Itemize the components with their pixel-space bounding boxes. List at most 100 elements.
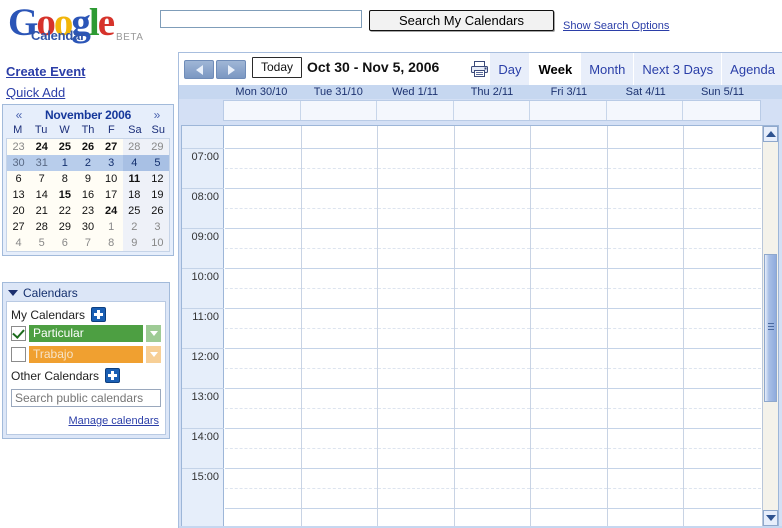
mini-cal-day[interactable]: 4	[122, 155, 146, 171]
mini-cal-day[interactable]: 2	[122, 219, 146, 235]
day-header-5[interactable]: Sat 4/11	[607, 85, 684, 99]
manage-calendars-link[interactable]: Manage calendars	[68, 415, 159, 427]
mini-cal-day[interactable]: 30	[7, 155, 31, 171]
calendar-name-label[interactable]: Particular	[29, 325, 143, 342]
mini-cal-day[interactable]: 15	[53, 187, 77, 203]
mini-cal-day[interactable]: 28	[30, 219, 54, 235]
all-day-cell-4[interactable]	[530, 101, 607, 120]
scrollbar-thumb[interactable]	[764, 254, 777, 402]
mini-cal-day[interactable]: 17	[99, 187, 123, 203]
mini-cal-day[interactable]: 29	[145, 139, 169, 155]
calendars-panel-header[interactable]: Calendars	[6, 285, 166, 301]
all-day-cell-6[interactable]	[683, 101, 760, 120]
view-tab-month[interactable]: Month	[580, 53, 634, 85]
mini-cal-day[interactable]: 30	[76, 219, 100, 235]
mini-cal-day[interactable]: 3	[145, 219, 169, 235]
mini-cal-day[interactable]: 21	[30, 203, 54, 219]
all-day-cell-2[interactable]	[377, 101, 454, 120]
mini-cal-day[interactable]: 25	[53, 139, 77, 155]
day-column-5[interactable]	[607, 126, 685, 526]
day-column-4[interactable]	[531, 126, 608, 526]
mini-cal-day[interactable]: 27	[99, 139, 123, 155]
add-my-calendar-icon[interactable]	[91, 307, 107, 322]
mini-cal-day[interactable]: 9	[76, 171, 100, 187]
mini-cal-day[interactable]: 29	[53, 219, 77, 235]
mini-cal-day[interactable]: 10	[145, 235, 169, 251]
day-column-3[interactable]	[454, 126, 532, 526]
calendar-options-dropdown[interactable]	[146, 325, 161, 342]
next-week-button[interactable]	[216, 60, 246, 79]
calendar-name-label[interactable]: Trabajo	[29, 346, 143, 363]
mini-cal-day[interactable]: 4	[7, 235, 31, 251]
mini-cal-day[interactable]: 22	[53, 203, 77, 219]
all-day-cell-0[interactable]	[224, 101, 301, 120]
search-public-calendars-input[interactable]	[11, 389, 161, 407]
mini-cal-day[interactable]: 16	[76, 187, 100, 203]
mini-calendar-days-grid[interactable]: 23 24 25 26 27 28 29 30 31 1 2 3 4 5 6 7 8 9 10 11 12 13 14 15 1…	[6, 138, 170, 252]
create-event-link[interactable]: Create Event	[6, 64, 85, 79]
all-day-cell-1[interactable]	[301, 101, 378, 120]
mini-cal-day[interactable]: 5	[145, 155, 169, 171]
day-header-4[interactable]: Fri 3/11	[530, 85, 607, 99]
day-header-3[interactable]: Thu 2/11	[454, 85, 531, 99]
mini-cal-day[interactable]: 6	[7, 171, 31, 187]
view-tab-agenda[interactable]: Agenda	[721, 53, 782, 85]
day-column-0[interactable]	[225, 126, 302, 526]
mini-cal-day[interactable]: 8	[53, 171, 77, 187]
day-column-2[interactable]	[378, 126, 455, 526]
mini-cal-day[interactable]: 24	[30, 139, 54, 155]
mini-cal-day[interactable]: 26	[145, 203, 169, 219]
calendar-options-dropdown[interactable]	[146, 346, 161, 363]
scroll-up-button[interactable]	[763, 126, 778, 142]
mini-cal-day[interactable]: 1	[99, 219, 123, 235]
search-my-calendars-button[interactable]: Search My Calendars	[369, 10, 554, 31]
day-columns[interactable]	[225, 126, 761, 526]
scroll-down-button[interactable]	[763, 510, 778, 526]
previous-week-button[interactable]	[184, 60, 214, 79]
collapse-triangle-icon[interactable]	[8, 290, 18, 296]
mini-cal-day[interactable]: 23	[7, 139, 31, 155]
day-header-2[interactable]: Wed 1/11	[377, 85, 454, 99]
mini-cal-day[interactable]: 26	[76, 139, 100, 155]
mini-cal-day[interactable]: 31	[30, 155, 54, 171]
mini-cal-day[interactable]: 18	[122, 187, 146, 203]
day-column-6[interactable]	[684, 126, 761, 526]
mini-cal-day[interactable]: 23	[76, 203, 100, 219]
view-tab-next-3-days[interactable]: Next 3 Days	[633, 53, 722, 85]
mini-cal-day[interactable]: 8	[99, 235, 123, 251]
mini-cal-day[interactable]: 19	[145, 187, 169, 203]
all-day-cell-3[interactable]	[454, 101, 531, 120]
calendar-visibility-checkbox[interactable]	[11, 326, 26, 341]
add-other-calendar-icon[interactable]	[105, 368, 121, 383]
mini-calendar-prev-icon[interactable]: «	[12, 108, 26, 122]
mini-cal-day[interactable]: 14	[30, 187, 54, 203]
day-header-1[interactable]: Tue 31/10	[300, 85, 377, 99]
show-search-options-link[interactable]: Show Search Options	[563, 20, 669, 32]
vertical-scrollbar[interactable]	[762, 126, 778, 526]
view-tab-day[interactable]: Day	[489, 53, 530, 85]
search-input[interactable]	[160, 10, 362, 28]
mini-cal-day[interactable]: 25	[122, 203, 146, 219]
mini-cal-day[interactable]: 5	[30, 235, 54, 251]
google-calendar-logo[interactable]: Google Calendar BETA	[8, 2, 158, 48]
view-tab-week[interactable]: Week	[529, 53, 581, 85]
mini-cal-day[interactable]: 9	[122, 235, 146, 251]
mini-cal-day[interactable]: 7	[30, 171, 54, 187]
mini-cal-day[interactable]: 10	[99, 171, 123, 187]
quick-add-link[interactable]: Quick Add	[6, 85, 65, 100]
mini-cal-day[interactable]: 24	[99, 203, 123, 219]
all-day-cell-5[interactable]	[607, 101, 684, 120]
day-header-0[interactable]: Mon 30/10	[223, 85, 300, 99]
mini-cal-day[interactable]: 13	[7, 187, 31, 203]
calendar-visibility-checkbox[interactable]	[11, 347, 26, 362]
mini-cal-day[interactable]: 20	[7, 203, 31, 219]
mini-cal-day[interactable]: 1	[53, 155, 77, 171]
day-column-1[interactable]	[301, 126, 379, 526]
mini-cal-day[interactable]: 12	[145, 171, 169, 187]
print-icon[interactable]	[470, 60, 489, 78]
mini-cal-day[interactable]: 7	[76, 235, 100, 251]
mini-cal-day[interactable]: 28	[122, 139, 146, 155]
mini-cal-day[interactable]: 3	[99, 155, 123, 171]
mini-cal-day[interactable]: 11	[122, 171, 146, 187]
today-button[interactable]: Today	[252, 57, 303, 78]
